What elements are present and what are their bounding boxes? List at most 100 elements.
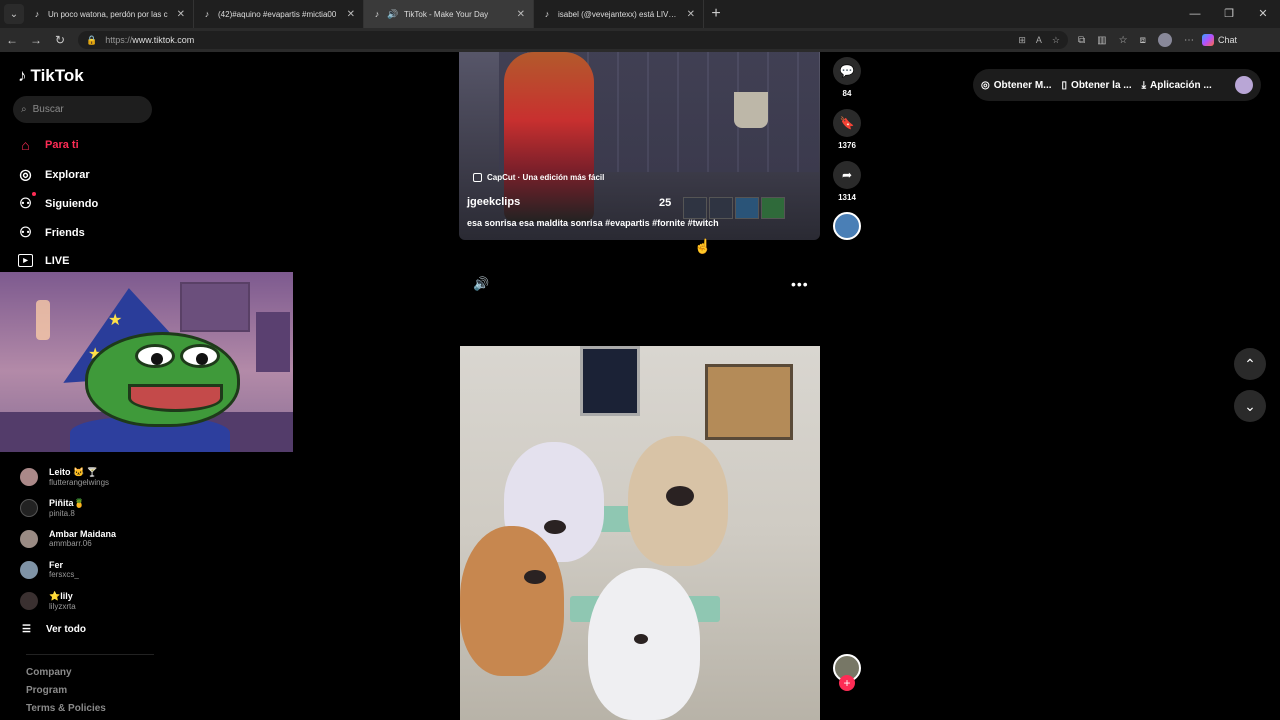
following-account[interactable]: Ambar Maidana ammbarr.06 — [20, 529, 116, 548]
share-action[interactable]: ➦ 1314 — [833, 161, 861, 202]
collections-icon[interactable]: ⧈ — [1140, 35, 1146, 46]
following-account[interactable]: ⭐lily lilyzxrta — [20, 591, 76, 611]
get-coins-button[interactable]: ◎ Obtener M... — [981, 80, 1052, 91]
browser-tab-active[interactable]: ♪ 🔊 TikTok - Make Your Day ✕ — [364, 0, 534, 28]
share-icon[interactable]: ➦ — [833, 161, 861, 189]
pupil-shape — [196, 353, 208, 365]
dog-nose-shape — [544, 520, 566, 534]
new-tab-button[interactable]: + — [704, 5, 728, 23]
hud-slot — [735, 197, 759, 219]
reload-icon[interactable]: ↻ — [48, 33, 72, 47]
comment-icon[interactable]: 💬 — [833, 57, 861, 85]
volume-icon[interactable]: 🔊 — [473, 276, 489, 292]
capcut-link[interactable]: CapCut · Una edición más fácil — [473, 173, 604, 182]
follow-plus-button[interactable]: + — [839, 675, 855, 691]
see-all-button[interactable]: ☰ Ver todo — [22, 624, 86, 635]
chevron-up-icon: ⌃ — [1244, 355, 1256, 372]
dog-nose-shape — [666, 486, 694, 506]
nav-label: Siguiendo — [45, 197, 99, 210]
tab-title: TikTok - Make Your Day — [404, 9, 489, 19]
nav-label: LIVE — [45, 254, 70, 267]
forward-arrow-icon[interactable]: → — [24, 33, 48, 47]
account-name: Leito 🐱 🍸 — [49, 467, 98, 477]
more-options-icon[interactable]: ••• — [791, 276, 809, 292]
plant-pot-shape — [734, 92, 768, 128]
restore-icon[interactable]: ❐ — [1212, 0, 1246, 28]
more-options-icon[interactable]: ⋯ — [1184, 35, 1194, 46]
address-bar-row: ← → ↻ 🔒 https:// www.tiktok.com ⊞ A ☆ ⧉ … — [0, 28, 1280, 52]
dog-head-shape — [628, 436, 728, 566]
close-window-icon[interactable]: ✕ — [1246, 0, 1280, 28]
close-tab-icon[interactable]: ✕ — [517, 9, 525, 20]
get-app-button[interactable]: ▯ Obtener la ... — [1062, 80, 1132, 91]
video-player-2[interactable] — [460, 346, 820, 720]
save-action[interactable]: 🔖 1376 — [833, 109, 861, 150]
avatar — [20, 499, 38, 517]
mouse-cursor-icon: ☝ — [694, 238, 712, 254]
nav-item-siguiendo[interactable]: ⚇ Siguiendo — [18, 192, 99, 212]
close-tab-icon[interactable]: ✕ — [177, 9, 185, 20]
lock-icon[interactable]: 🔒 — [86, 35, 97, 46]
nav-item-para-ti[interactable]: ⌂ Para ti — [18, 137, 79, 153]
hud-slot — [683, 197, 707, 219]
translate-icon[interactable]: A — [1036, 35, 1042, 46]
tab-actions-menu-button[interactable]: ⌄ — [4, 4, 24, 24]
footer-link-program[interactable]: Program — [26, 685, 67, 696]
star-icon: ★ — [108, 312, 123, 329]
window-controls: — ❐ ✕ — [1178, 0, 1280, 28]
next-video-button[interactable]: ⌄ — [1234, 390, 1266, 422]
following-account[interactable]: Fer fersxcs_ — [20, 560, 79, 579]
minimize-icon[interactable]: — — [1178, 0, 1212, 28]
speaker-audio-icon[interactable]: 🔊 — [387, 9, 398, 19]
bookmark-icon[interactable]: 🔖 — [833, 109, 861, 137]
capcut-label: CapCut · Una edición más fácil — [487, 173, 605, 182]
extensions-icon[interactable]: ⧉ — [1078, 35, 1085, 46]
copilot-chat-button[interactable]: Chat — [1201, 34, 1237, 46]
tab-title: (42)#aquino #evapartis #mictia00 — [218, 9, 337, 19]
avatar — [20, 529, 38, 548]
corkboard-shape — [705, 364, 793, 440]
nav-item-explorar[interactable]: ◎ Explorar — [18, 166, 89, 183]
browser-tab[interactable]: ♪ isabel (@vevejantexx) está LIVE: T ✕ — [534, 0, 704, 28]
comment-action[interactable]: 💬 84 — [833, 57, 861, 98]
favorites-icon[interactable]: ☆ — [1119, 35, 1128, 46]
nav-label: Para ti — [45, 139, 79, 151]
url-field[interactable]: 🔒 https:// www.tiktok.com ⊞ A ☆ — [78, 31, 1068, 49]
url-host: www.tiktok.com — [132, 35, 195, 45]
footer-link-terms[interactable]: Terms & Policies — [26, 703, 106, 714]
video-player-1[interactable]: 25 CapCut · Una edición más fácil jgeekc… — [459, 52, 820, 240]
get-coins-label: Obtener M... — [993, 79, 1052, 91]
video-caption[interactable]: esa sonrisa esa maldita sonrisa #evapart… — [467, 218, 719, 228]
following-account[interactable]: Piñita🍍 pinita.8 — [20, 498, 85, 518]
browser-tab[interactable]: ♪ Un poco watona, perdón por las c ✕ — [24, 0, 194, 28]
video-author[interactable]: jgeekclips — [467, 196, 520, 208]
browser-tab-bar: ⌄ ♪ Un poco watona, perdón por las c ✕ ♪… — [0, 0, 1280, 28]
nav-item-friends[interactable]: ⚇ Friends — [18, 224, 85, 241]
creator-avatar[interactable] — [833, 212, 861, 240]
following-account[interactable]: Leito 🐱 🍸 flutterangelwings — [20, 467, 109, 487]
search-input[interactable]: ⌕ Buscar — [13, 96, 152, 123]
tiktok-logo[interactable]: ♪ TikTok — [18, 66, 84, 86]
app-available-icon[interactable]: ⊞ — [1018, 35, 1026, 46]
dog-head-shape — [460, 526, 564, 676]
desktop-app-button[interactable]: ⤓ Aplicación ... — [1142, 80, 1212, 91]
back-arrow-icon[interactable]: ← — [0, 33, 24, 47]
creator-avatar-action[interactable] — [833, 212, 861, 240]
previous-video-button[interactable]: ⌃ — [1234, 348, 1266, 380]
profile-avatar[interactable] — [1157, 33, 1172, 47]
account-name: Fer — [49, 560, 64, 570]
split-screen-icon[interactable]: ▥ — [1097, 35, 1106, 46]
browser-tab[interactable]: ♪ (42)#aquino #evapartis #mictia00 ✕ — [194, 0, 364, 28]
top-right-actions: ◎ Obtener M... ▯ Obtener la ... ⤓ Aplica… — [973, 69, 1261, 101]
eye-shape — [180, 344, 220, 368]
get-app-label: Obtener la ... — [1071, 79, 1132, 91]
home-icon: ⌂ — [21, 137, 30, 153]
favorite-star-icon[interactable]: ☆ — [1052, 35, 1060, 46]
nav-item-live[interactable]: ▶ LIVE — [18, 254, 69, 267]
search-placeholder: Buscar — [32, 104, 64, 115]
footer-link-company[interactable]: Company — [26, 667, 72, 678]
close-tab-icon[interactable]: ✕ — [347, 9, 355, 20]
tab-title: Un poco watona, perdón por las c — [48, 9, 168, 19]
user-avatar[interactable] — [1235, 76, 1253, 94]
close-tab-icon[interactable]: ✕ — [687, 9, 695, 20]
